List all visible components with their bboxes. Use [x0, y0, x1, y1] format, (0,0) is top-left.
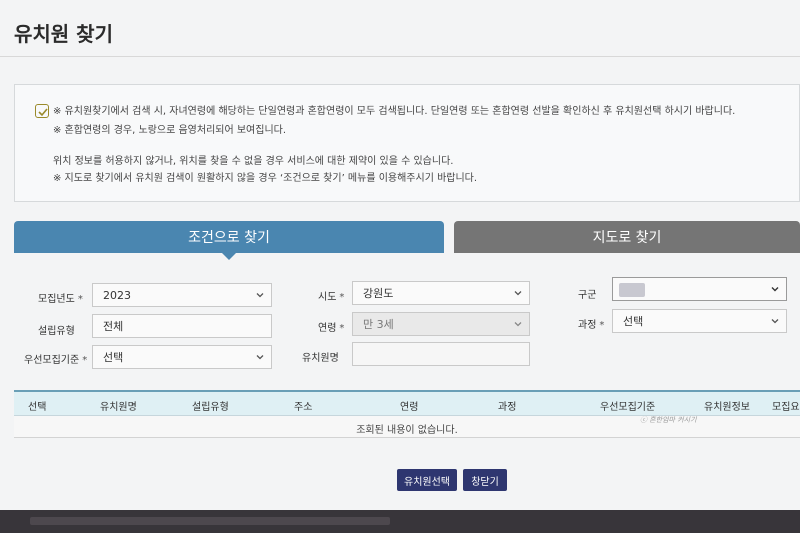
blurred-background-text: [30, 517, 390, 525]
col-course: 과정: [498, 402, 517, 413]
page-title: 유치원 찾기: [14, 22, 113, 46]
col-info: 유치원정보: [704, 402, 750, 413]
priority-label: 우선모집기준 *: [24, 355, 88, 366]
year-value: 2023: [103, 288, 131, 302]
title-divider: [0, 56, 800, 57]
col-address: 주소: [294, 402, 313, 413]
gugun-select[interactable]: [612, 277, 787, 301]
priority-value: 선택: [103, 351, 124, 364]
year-label: 모집년도 *: [38, 294, 83, 305]
age-value: 만 3세: [363, 318, 394, 331]
kindergarten-search-page: 유치원 찾기 ※ 유치원찾기에서 검색 시, 자녀연령에 해당하는 단일연령과 …: [0, 0, 800, 510]
course-label: 과정 *: [578, 320, 605, 331]
sido-label: 시도 *: [318, 292, 345, 303]
col-priority: 우선모집기준: [600, 402, 656, 413]
notice-line-2: ※ 혼합연령의 경우, 노랑으로 음영처리되어 보여집니다.: [53, 125, 287, 136]
gugun-label: 구군: [578, 290, 597, 301]
sido-select[interactable]: 강원도: [352, 281, 530, 305]
chevron-down-icon: [514, 322, 522, 327]
search-form: 모집년도 * 2023 시도 * 강원도 구군 설립유형 전체 연령 * 만 3세 과…: [14, 266, 800, 376]
close-window-button[interactable]: 창닫기: [463, 469, 507, 491]
col-recruit: 모집요: [772, 402, 800, 413]
notice-box: ※ 유치원찾기에서 검색 시, 자녀연령에 해당하는 단일연령과 혼합연령이 모…: [14, 84, 800, 202]
check-icon: [35, 104, 49, 118]
priority-select[interactable]: 선택: [92, 345, 272, 369]
col-name: 유치원명: [100, 402, 137, 413]
table-header: 선택 유치원명 설립유형 주소 연령 과정 우선모집기준 유치원정보 모집요: [14, 390, 800, 416]
chevron-down-icon: [256, 293, 264, 298]
chevron-down-icon: [771, 319, 779, 324]
monitor-bezel: [0, 510, 800, 533]
notice-line-1: ※ 유치원찾기에서 검색 시, 자녀연령에 해당하는 단일연령과 혼합연령이 모…: [53, 106, 736, 117]
col-select: 선택: [28, 402, 47, 413]
course-select[interactable]: 선택: [612, 309, 787, 333]
type-value: 전체: [103, 320, 124, 333]
col-type: 설립유형: [192, 402, 229, 413]
sido-value: 강원도: [363, 287, 394, 300]
name-input[interactable]: [352, 342, 530, 366]
notice-line-3: 위치 정보를 허용하지 않거나, 위치를 찾을 수 없을 경우 서비스에 대한 …: [53, 156, 454, 167]
name-label: 유치원명: [302, 353, 339, 364]
age-select[interactable]: 만 3세: [352, 312, 530, 336]
chevron-down-icon: [771, 287, 779, 292]
course-value: 선택: [623, 315, 644, 328]
blurred-value: [619, 283, 645, 297]
age-label: 연령 *: [318, 323, 345, 334]
watermark: ⓒ 흔한엄마 커시기: [640, 416, 697, 424]
type-label: 설립유형: [38, 326, 75, 337]
tab-search-by-condition[interactable]: 조건으로 찾기: [14, 221, 444, 260]
year-select[interactable]: 2023: [92, 283, 272, 307]
type-select[interactable]: 전체: [92, 314, 272, 338]
chevron-down-icon: [514, 291, 522, 296]
result-table: 선택 유치원명 설립유형 주소 연령 과정 우선모집기준 유치원정보 모집요 조…: [14, 390, 800, 438]
select-kindergarten-button[interactable]: 유치원선택: [397, 469, 457, 491]
chevron-down-icon: [256, 355, 264, 360]
col-age: 연령: [400, 402, 419, 413]
notice-line-4: ※ 지도로 찾기에서 유치원 검색이 원활하지 않을 경우 ‘조건으로 찾기’ …: [53, 173, 478, 184]
tab-search-by-map[interactable]: 지도로 찾기: [454, 221, 800, 253]
